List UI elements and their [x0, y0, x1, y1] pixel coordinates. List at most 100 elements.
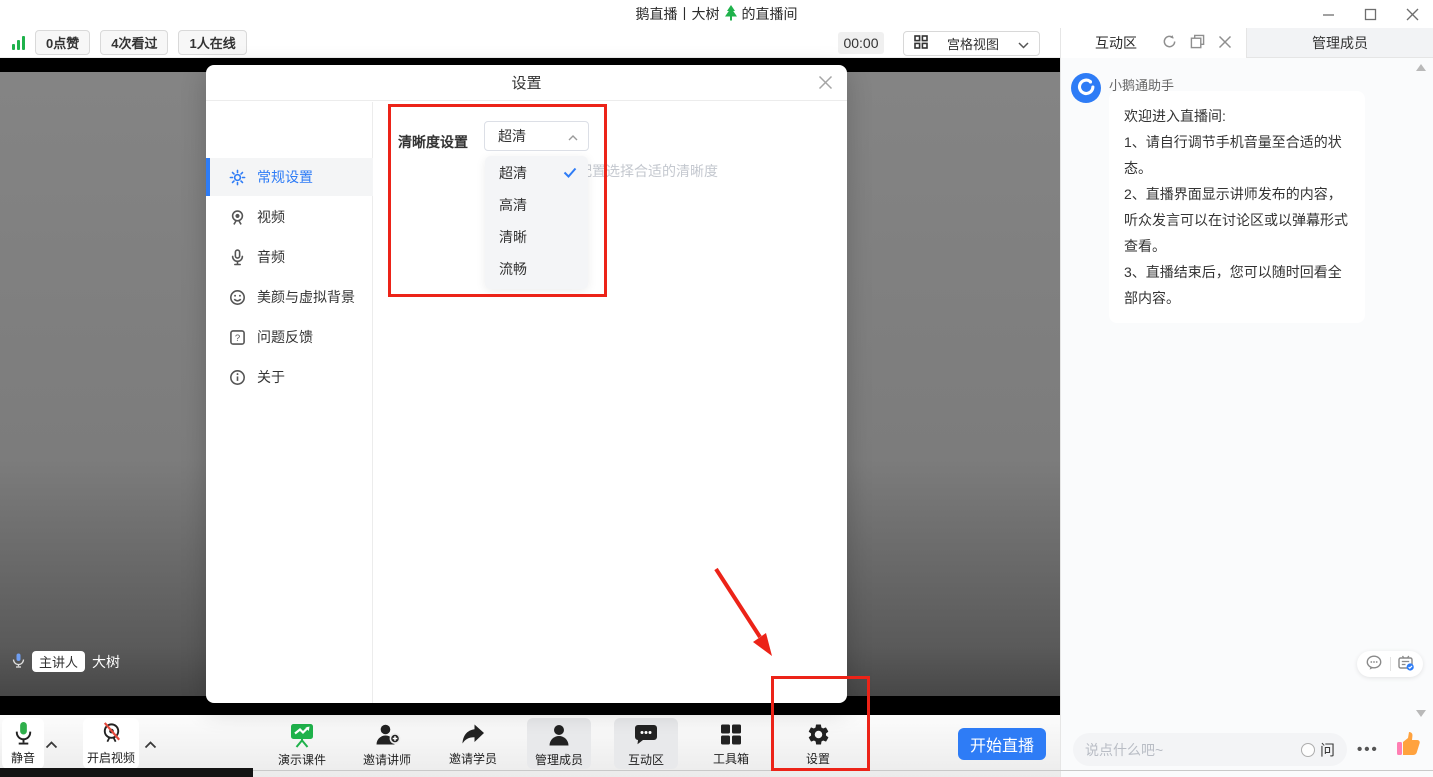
welcome-line: 欢迎进入直播间:	[1124, 103, 1350, 129]
minimize-icon[interactable]	[1321, 7, 1335, 21]
sidebar-item-label: 视频	[257, 207, 285, 227]
live-studio-window: 鹅直播丨大树 的直播间 0点赞 4次看过 1人在线 00:00 宫格视图 互动区	[0, 0, 1433, 777]
online-badge: 1人在线	[178, 30, 246, 55]
invite-teacher-icon	[374, 722, 401, 751]
option-label: 高清	[499, 195, 527, 215]
popout-icon[interactable]	[1190, 34, 1205, 52]
manage-members-icon	[547, 722, 571, 751]
sidebar-item-label: 问题反馈	[257, 327, 313, 347]
sidebar-item-video[interactable]: 视频	[206, 198, 373, 236]
option-label: 流畅	[499, 259, 527, 279]
toolbar-item-label: 演示课件	[278, 751, 326, 768]
clarity-setting-label: 清晰度设置	[398, 127, 468, 157]
toolbar-item-label: 设置	[806, 750, 830, 767]
clarity-option-sd[interactable]: 清晰	[485, 221, 588, 253]
settings-gear-icon	[806, 722, 831, 750]
clarity-option-uhd[interactable]: 超清	[485, 157, 588, 189]
microphone-icon	[12, 721, 35, 749]
close-panel-icon[interactable]	[1218, 35, 1232, 52]
mic-options-caret-icon[interactable]	[45, 736, 58, 752]
assistant-avatar	[1071, 73, 1101, 103]
dialog-sidebar: 常规设置 视频 音频 美颜与虚拟背景 ? 问题反馈 关于	[206, 102, 373, 703]
chat-input-pill: 问	[1073, 733, 1347, 766]
scroll-down-icon[interactable]	[1416, 710, 1426, 717]
tab-interaction[interactable]: 互动区	[1061, 28, 1246, 58]
tree-icon	[724, 5, 738, 24]
toolbar-item-interaction[interactable]: 互动区	[614, 718, 678, 769]
clarity-option-smooth[interactable]: 流畅	[485, 253, 588, 285]
views-badge: 4次看过	[100, 30, 168, 55]
live-timer: 00:00	[838, 32, 884, 54]
stats-chart-icon	[12, 36, 25, 50]
quick-actions-pill	[1357, 651, 1423, 677]
toolbar-item-presentation[interactable]: 演示课件	[270, 718, 334, 769]
chevron-up-icon	[568, 128, 578, 144]
sidebar-item-feedback[interactable]: ? 问题反馈	[206, 318, 373, 356]
sidebar-item-label: 音频	[257, 247, 285, 267]
clarity-hint-text: 配置选择合适的清晰度	[578, 161, 718, 181]
tab-members[interactable]: 管理成员	[1246, 28, 1433, 58]
sidebar-item-audio[interactable]: 音频	[206, 238, 373, 276]
ask-radio-icon	[1301, 743, 1315, 757]
sidebar-item-about[interactable]: 关于	[206, 358, 373, 396]
camera-button[interactable]: 开启视频	[83, 718, 139, 769]
welcome-line: 3、直播结束后，您可以随时回看全部内容。	[1124, 259, 1350, 311]
toolbar-item-invite-teacher[interactable]: 邀请讲师	[355, 718, 419, 769]
presenter-label: 主讲人 大树	[12, 651, 120, 672]
sidebar-item-beauty[interactable]: 美颜与虚拟背景	[206, 278, 373, 316]
option-label: 超清	[499, 163, 527, 183]
chevron-down-icon	[1018, 36, 1029, 52]
dialog-close-icon[interactable]	[818, 75, 833, 94]
ask-question-toggle[interactable]: 问	[1301, 739, 1335, 760]
start-live-button[interactable]: 开始直播	[958, 728, 1046, 760]
grid-view-icon	[914, 35, 928, 52]
presenter-name: 大树	[92, 652, 120, 672]
sidebar-item-general[interactable]: 常规设置	[206, 158, 373, 196]
camera-options-caret-icon[interactable]	[144, 736, 157, 752]
sidebar-item-label: 关于	[257, 367, 285, 387]
taskbar-strip	[0, 768, 253, 777]
camera-off-icon	[99, 721, 124, 749]
stats-bar: 0点赞 4次看过 1人在线	[0, 28, 1060, 58]
welcome-line: 1、请自行调节手机音量至合适的状态。	[1124, 129, 1350, 181]
maximize-icon[interactable]	[1363, 7, 1377, 21]
camera-label: 开启视频	[87, 749, 135, 766]
close-icon[interactable]	[1405, 7, 1419, 21]
window-title: 鹅直播丨大树 的直播间	[0, 0, 1433, 28]
qa-list-icon[interactable]	[1398, 655, 1415, 674]
thumbs-up-icon[interactable]	[1395, 730, 1421, 761]
toolbar-item-label: 互动区	[628, 751, 664, 768]
toolbar-item-label: 管理成员	[535, 751, 583, 768]
window-bottom-border	[253, 770, 1433, 771]
window-title-prefix: 鹅直播丨大树	[636, 4, 720, 24]
dialog-title: 设置	[511, 72, 541, 93]
pill-divider	[1390, 657, 1391, 671]
emoji-bubble-icon[interactable]	[1366, 655, 1383, 673]
settings-dialog: 设置 常规设置 视频 音频 美颜与虚拟背景 ? 问题反馈	[206, 65, 847, 703]
sidebar-item-label: 美颜与虚拟背景	[257, 287, 355, 307]
clarity-select[interactable]: 超清	[484, 121, 589, 151]
view-mode-dropdown[interactable]: 宫格视图	[903, 31, 1040, 56]
scroll-up-icon[interactable]	[1416, 64, 1426, 71]
invite-student-icon	[460, 722, 486, 750]
svg-text:?: ?	[235, 332, 240, 343]
title-bar: 鹅直播丨大树 的直播间	[0, 0, 1433, 28]
toolbar-item-invite-student[interactable]: 邀请学员	[441, 718, 505, 769]
panel-tab-bar: 互动区 管理成员	[1060, 28, 1433, 58]
toolbar-item-label: 工具箱	[713, 750, 749, 767]
more-options-icon[interactable]: •••	[1357, 733, 1379, 766]
toolbar-item-toolbox[interactable]: 工具箱	[699, 718, 763, 769]
toolbar-item-manage-members[interactable]: 管理成员	[527, 718, 591, 769]
refresh-icon[interactable]	[1162, 34, 1177, 52]
mute-button[interactable]: 静音	[2, 718, 44, 769]
role-badge: 主讲人	[32, 651, 85, 672]
ask-label: 问	[1320, 739, 1335, 760]
mute-label: 静音	[11, 749, 35, 766]
toolbar-item-settings[interactable]: 设置	[786, 718, 850, 769]
interaction-chat-icon	[633, 722, 659, 751]
chat-input[interactable]	[1085, 742, 1301, 758]
clarity-option-hd[interactable]: 高清	[485, 189, 588, 221]
check-icon	[563, 165, 577, 181]
view-mode-label: 宫格视图	[937, 34, 1009, 53]
tab-members-label: 管理成员	[1312, 33, 1368, 53]
